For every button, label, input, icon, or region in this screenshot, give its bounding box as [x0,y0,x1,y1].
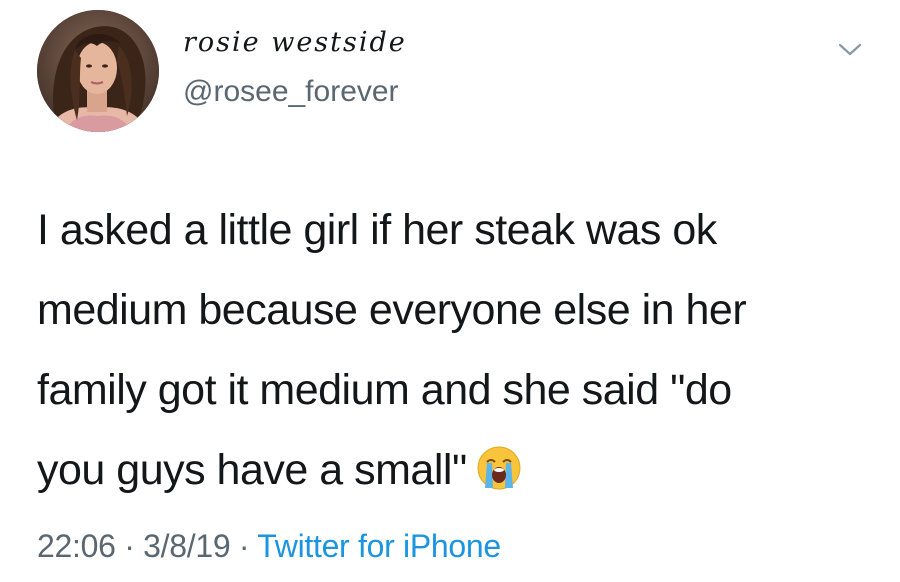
loudly-crying-face-icon [475,438,523,490]
tweet-text-line-last: you guys have a small" [37,430,867,510]
profile-photo-icon [37,10,159,132]
tweet-meta: 22:06 · 3/8/19 · Twitter for iPhone [37,528,501,565]
chevron-down-icon[interactable] [836,38,864,60]
separator: · [238,528,250,564]
separator: · [124,528,135,564]
tweet-text-fragment: you guys have a small" [37,446,467,494]
display-name[interactable]: rosie westside [183,27,407,58]
tweet-text: I asked a little girl if her steak was o… [37,190,867,510]
tweet-text-line: medium because everyone else in her [37,286,747,334]
tweet-text-line: family got it medium and she said "do [37,366,732,414]
tweet-time[interactable]: 22:06 [37,528,116,564]
user-handle[interactable]: @rosee_forever [183,75,399,109]
tweet-card: rosie westside @rosee_forever I asked a … [0,0,900,582]
tweet-date[interactable]: 3/8/19 [143,528,230,564]
avatar[interactable] [37,10,159,132]
tweet-source-link[interactable]: Twitter for iPhone [257,528,501,564]
tweet-text-line: I asked a little girl if her steak was o… [37,206,717,254]
